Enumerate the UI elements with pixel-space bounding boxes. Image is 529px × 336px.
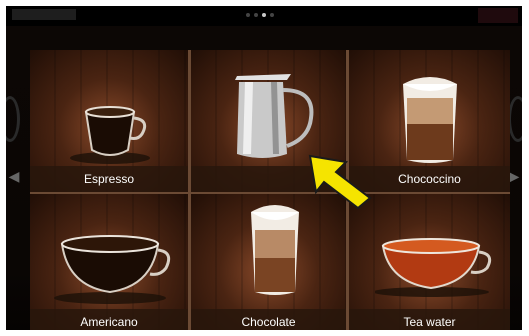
drink-label: Tea water xyxy=(349,309,510,330)
column-divider xyxy=(188,50,191,330)
espresso-cup-icon xyxy=(70,106,150,164)
top-bar-title xyxy=(12,9,76,20)
drink-tile-chocolate[interactable]: Chocolate xyxy=(191,194,346,330)
tea-cup-icon xyxy=(375,238,492,297)
page-indicator xyxy=(246,13,274,17)
chococcino-glass-icon xyxy=(403,77,457,163)
top-bar xyxy=(6,6,522,26)
americano-cup-icon xyxy=(54,235,171,304)
coffee-machine-screen: ◀ ▶ Espresso Chococcino Americano Chocol… xyxy=(6,6,522,330)
pointer-arrow-icon xyxy=(308,154,372,210)
drink-tile-tea-water[interactable]: Tea water xyxy=(349,194,510,330)
page-dot[interactable] xyxy=(270,13,274,17)
drink-grid: Espresso Chococcino Americano Chocolate … xyxy=(30,50,510,330)
row-divider xyxy=(30,192,510,194)
drink-tile-americano[interactable]: Americano xyxy=(30,194,188,330)
right-handle-icon xyxy=(508,96,522,142)
page-dot[interactable] xyxy=(254,13,258,17)
drink-label: Espresso xyxy=(30,166,188,192)
previous-page-arrow-icon[interactable]: ◀ xyxy=(8,158,20,194)
drink-tile-espresso[interactable]: Espresso xyxy=(30,50,188,192)
top-right-button[interactable] xyxy=(478,8,518,23)
page-dot[interactable] xyxy=(246,13,250,17)
drink-label: Chocolate xyxy=(191,309,346,330)
chocolate-glass-icon xyxy=(251,205,299,295)
drink-label: Americano xyxy=(30,309,188,330)
page-dot-active[interactable] xyxy=(262,13,266,17)
device-frame: ◀ ▶ Espresso Chococcino Americano Chocol… xyxy=(0,0,529,336)
milk-pitcher-icon xyxy=(235,74,314,158)
